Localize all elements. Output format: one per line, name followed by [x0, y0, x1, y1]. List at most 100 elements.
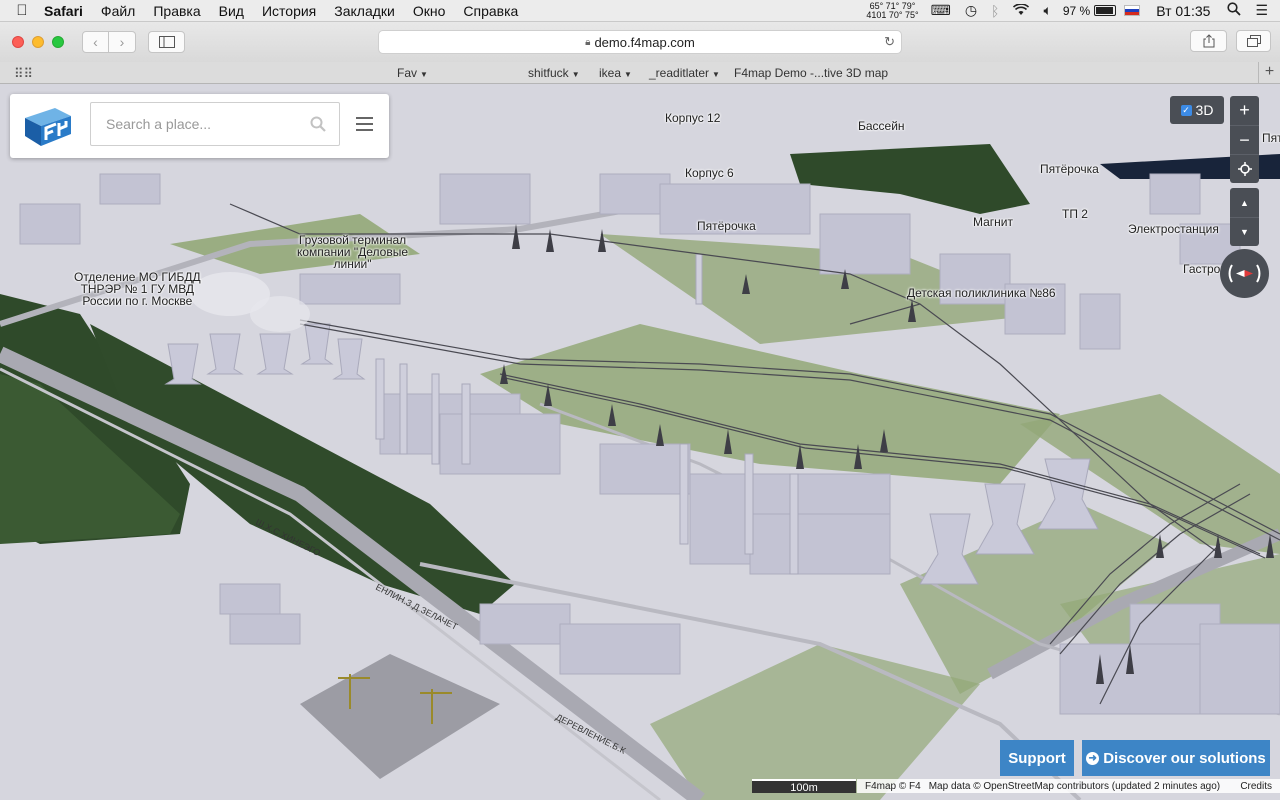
menu-history[interactable]: История: [253, 3, 325, 19]
bookmark-folder-shitfuck[interactable]: shitfuck ▼: [528, 66, 580, 80]
chevron-down-icon: ▼: [420, 70, 428, 79]
share-button[interactable]: [1190, 30, 1227, 52]
chevron-right-icon: ›: [119, 34, 125, 50]
map-label[interactable]: Магнит: [973, 215, 1013, 229]
address-bar[interactable]: 🔒︎ demo.f4map.com ↻: [378, 30, 902, 54]
map-label[interactable]: Детская поликлиника №86: [907, 286, 1056, 300]
keyboard-icon[interactable]: ⌨: [931, 2, 951, 19]
bluetooth-icon[interactable]: ᛒ: [991, 3, 999, 19]
weather-status-bottom: 4101 70° 75°: [866, 9, 919, 20]
menu-view[interactable]: Вид: [210, 3, 253, 19]
arrow-right-circle-icon: ➜: [1086, 751, 1100, 765]
minimize-window-button[interactable]: [32, 36, 44, 48]
chevron-down-icon: ▼: [571, 70, 580, 79]
discover-solutions-label: Discover our solutions: [1103, 749, 1266, 767]
reload-icon[interactable]: ↻: [884, 34, 895, 50]
navigation-buttons: ‹ ›: [82, 31, 136, 53]
search-icon[interactable]: [310, 116, 326, 132]
menubar-clock[interactable]: Вт 01:35: [1156, 3, 1210, 19]
f4map-logo-icon[interactable]: [21, 102, 75, 150]
map-3d-scene[interactable]: Ш.Х.С.ХИНЕЭГО ЕНЛИН.З.Д.ЗЕЛАЧЕТ ДЕРЕВЛЕН…: [0, 84, 1280, 800]
compass-rotate-control[interactable]: [1220, 249, 1269, 298]
bookmark-label: _readitlater: [649, 66, 710, 80]
tabs-icon: [1246, 35, 1261, 47]
toggle-3d-label: 3D: [1195, 102, 1214, 118]
input-source-ru-flag-icon[interactable]: [1124, 5, 1141, 16]
map-label[interactable]: Пят: [1262, 131, 1280, 145]
chevron-down-icon: ▼: [624, 70, 632, 79]
tilt-down-button[interactable]: ▼: [1230, 217, 1259, 246]
search-input[interactable]: [91, 103, 301, 145]
menu-bookmarks[interactable]: Закладки: [325, 3, 404, 19]
bookmark-f4map-demo[interactable]: F4map Demo -...tive 3D map: [734, 66, 888, 80]
map-label[interactable]: ТП 2: [1062, 207, 1088, 221]
attribution-f4map[interactable]: F4map © F4: [865, 781, 921, 792]
battery-icon[interactable]: [1094, 5, 1117, 16]
bookmark-folder-fav[interactable]: Fav ▼: [397, 66, 428, 80]
map-label[interactable]: Отделение МО ГИБДД ТНРЭР № 1 ГУ МВД Росс…: [74, 271, 201, 307]
search-box: [90, 102, 340, 146]
attribution-osm[interactable]: Map data © OpenStreetMap contributors (u…: [929, 781, 1220, 792]
chevron-down-icon: ▼: [712, 70, 720, 79]
map-label[interactable]: Корпус 12: [665, 111, 720, 125]
map-viewport[interactable]: Ш.Х.С.ХИНЕЭГО ЕНЛИН.З.Д.ЗЕЛАЧЕТ ДЕРЕВЛЕН…: [0, 84, 1280, 800]
menu-app-safari[interactable]: Safari: [44, 3, 92, 19]
back-button[interactable]: ‹: [82, 31, 109, 53]
triangle-up-icon: ▲: [1240, 197, 1249, 208]
map-label[interactable]: Пятёрочка: [1040, 162, 1099, 176]
map-attribution: F4map © F4 Map data © OpenStreetMap cont…: [857, 779, 1280, 793]
zoom-out-button[interactable]: −: [1230, 125, 1259, 154]
checkbox-checked-icon[interactable]: ✓: [1180, 104, 1192, 116]
locate-me-button[interactable]: [1230, 154, 1259, 183]
map-label[interactable]: Пятёрочка: [697, 219, 756, 233]
bookmark-folder-ikea[interactable]: ikea ▼: [599, 66, 632, 80]
forward-button[interactable]: ›: [109, 31, 136, 53]
new-tab-button[interactable]: +: [1258, 62, 1280, 83]
zoom-in-button[interactable]: +: [1230, 96, 1259, 125]
search-panel: [10, 94, 389, 158]
menu-edit[interactable]: Правка: [144, 3, 209, 19]
macos-menu-bar:  Safari Файл Правка Вид История Закладк…: [0, 0, 1280, 22]
hamburger-menu-icon[interactable]: [356, 117, 373, 131]
map-label[interactable]: Электростанция: [1128, 222, 1219, 236]
credits-link[interactable]: Credits: [1240, 781, 1272, 792]
support-button[interactable]: Support: [1000, 740, 1074, 776]
battery-percent: 97 %: [1062, 3, 1091, 18]
map-label[interactable]: Гастро: [1183, 262, 1220, 276]
time-machine-icon[interactable]: ◷: [965, 2, 977, 19]
map-label[interactable]: Корпус 6: [685, 166, 734, 180]
show-tabs-button[interactable]: [1236, 30, 1271, 52]
crosshair-icon: [1237, 162, 1252, 176]
window-controls: [12, 36, 72, 48]
sidebar-toggle-button[interactable]: [148, 31, 185, 53]
triangle-down-icon: ▼: [1240, 227, 1249, 237]
close-window-button[interactable]: [12, 36, 24, 48]
tilt-up-button[interactable]: ▲: [1230, 188, 1259, 217]
toggle-3d-button[interactable]: ✓ 3D: [1170, 96, 1224, 124]
lock-icon: 🔒︎: [585, 36, 591, 48]
weather-status[interactable]: 65° 71° 79° 4101 70° 75°: [866, 1, 919, 20]
bookmark-label: Fav: [397, 66, 418, 80]
bookmark-folder-readitlater[interactable]: _readitlater ▼: [649, 66, 720, 80]
map-label[interactable]: Грузовой терминал компании "Деловые лини…: [297, 234, 408, 270]
map-label[interactable]: Бассейн: [858, 119, 905, 133]
bookmark-label: F4map Demo -...tive 3D map: [734, 66, 889, 80]
menu-help[interactable]: Справка: [454, 3, 527, 19]
fullscreen-window-button[interactable]: [52, 36, 64, 48]
share-icon: [1203, 34, 1214, 48]
volume-icon[interactable]: 🔈︎: [1043, 2, 1051, 19]
wifi-icon[interactable]: [1013, 2, 1030, 19]
discover-solutions-button[interactable]: ➜ Discover our solutions: [1082, 740, 1270, 776]
notification-center-icon[interactable]: ☰: [1255, 2, 1268, 19]
compass-icon: [1228, 264, 1261, 283]
top-sites-grid-icon[interactable]: ⠿⠿: [14, 66, 33, 82]
bookmark-label: ikea: [599, 66, 622, 80]
menu-file[interactable]: Файл: [92, 3, 144, 19]
chevron-left-icon: ‹: [93, 34, 98, 50]
sidebar-icon: [158, 36, 175, 48]
apple-menu-icon[interactable]: : [0, 2, 44, 19]
spotlight-search-icon[interactable]: [1227, 2, 1242, 19]
map-scale-bar: 100m: [752, 779, 856, 794]
menu-window[interactable]: Окно: [404, 3, 455, 19]
bookmarks-bar: ⠿⠿ Fav ▼ shitfuck ▼ ikea ▼ _readitlater ▼ F4…: [0, 62, 1280, 84]
